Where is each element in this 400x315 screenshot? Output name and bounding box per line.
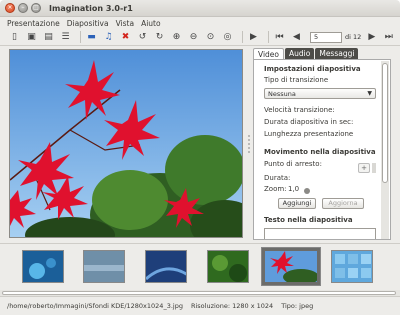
play-icon[interactable]: ▶ — [247, 31, 260, 44]
slide-preview[interactable] — [9, 49, 243, 238]
thumbnail-scrollbar-thumb[interactable] — [2, 291, 396, 295]
add-audio-icon[interactable]: ♫ — [102, 31, 115, 44]
settings-header: Impostazioni diapositiva — [264, 65, 361, 73]
menu-bar: Presentazione Diapositiva Vista Aiuto — [0, 17, 400, 29]
properties-icon[interactable]: ☰ — [59, 31, 72, 44]
first-icon[interactable]: ⏮ — [273, 31, 286, 44]
window-title: Imagination 3.0-r1 — [49, 3, 133, 13]
menu-presentazione[interactable]: Presentazione — [7, 19, 60, 28]
zoom-slider-handle[interactable] — [304, 188, 310, 194]
save-icon[interactable]: ▤ — [42, 31, 55, 44]
thumbnail-image — [265, 251, 319, 285]
zoom-label: Zoom: — [264, 185, 287, 193]
tab-video[interactable]: Video — [253, 48, 285, 59]
slide-thumbnail[interactable] — [22, 250, 64, 283]
panel-scrollbar-thumb[interactable] — [382, 63, 388, 183]
thumbnail-strip — [0, 243, 400, 290]
duration-label: Durata: — [264, 174, 291, 182]
slide-duration-label: Durata diapositiva in sec: — [264, 118, 354, 126]
zoom-out-icon[interactable]: ⊖ — [187, 31, 200, 44]
thumbnail-image — [208, 251, 248, 282]
stop-point-spinner[interactable] — [372, 163, 376, 173]
properties-panel: Video Audio Messaggi Impostazioni diapos… — [253, 48, 391, 240]
delete-icon[interactable]: ✖ — [119, 31, 132, 44]
panel-scrollbar[interactable] — [381, 61, 389, 239]
movement-header: Movimento nella diapositiva — [264, 148, 376, 156]
toolbar-separator — [80, 31, 81, 43]
text-header: Testo nella diapositiva — [264, 216, 353, 224]
transition-speed-label: Velocità transizione: — [264, 106, 335, 114]
pane-splitter[interactable] — [246, 49, 251, 238]
panel-body: Impostazioni diapositiva Tipo di transiz… — [253, 59, 391, 240]
open-icon[interactable]: ▣ — [25, 31, 38, 44]
rotate-left-icon[interactable]: ↺ — [136, 31, 149, 44]
zoom-in-icon[interactable]: ⊕ — [170, 31, 183, 44]
add-stop-point-button[interactable]: + — [358, 163, 370, 173]
menu-diapositiva[interactable]: Diapositiva — [67, 19, 109, 28]
status-type: Tipo: jpeg — [281, 302, 314, 310]
add-button[interactable]: Aggiungi — [278, 198, 316, 209]
last-icon[interactable]: ⏭ — [382, 31, 395, 44]
close-window-icon[interactable]: × — [5, 3, 15, 13]
add-image-icon[interactable]: ▬ — [85, 31, 98, 44]
transition-type-select[interactable]: Nessuna ▼ — [264, 88, 376, 99]
main-area: Video Audio Messaggi Impostazioni diapos… — [0, 46, 400, 243]
menu-vista[interactable]: Vista — [116, 19, 135, 28]
page-total-label: di 12 — [345, 33, 362, 41]
transition-type-value: Nessuna — [268, 90, 296, 98]
tab-messaggi[interactable]: Messaggi — [315, 48, 359, 59]
maximize-window-icon[interactable]: □ — [31, 3, 41, 13]
dropdown-arrow-icon: ▼ — [367, 90, 372, 97]
page-number-input[interactable]: 5 — [310, 31, 342, 43]
window-controls: × – □ — [5, 3, 41, 13]
presentation-length-label: Lunghezza presentazione — [264, 130, 354, 138]
zoom-value: 1,0 — [288, 185, 300, 193]
update-button[interactable]: Aggiorna — [322, 198, 364, 209]
zoom-normal-icon[interactable]: ◎ — [221, 31, 234, 44]
toolbar-separator — [242, 31, 243, 43]
slide-thumbnail-selected[interactable] — [261, 247, 321, 286]
thumbnail-image — [84, 251, 124, 282]
zoom-fit-icon[interactable]: ⊙ — [204, 31, 217, 44]
thumbnail-image — [146, 251, 186, 282]
rotate-right-icon[interactable]: ↻ — [153, 31, 166, 44]
title-bar: × – □ Imagination 3.0-r1 — [0, 0, 400, 17]
prev-icon[interactable]: ◀ — [290, 31, 303, 44]
transition-type-label: Tipo di transizione — [264, 76, 329, 84]
thumbnail-image — [23, 251, 63, 282]
new-slideshow-icon[interactable]: ▯ — [8, 31, 21, 44]
status-resolution: Risoluzione: 1280 x 1024 — [190, 302, 274, 310]
slide-image — [10, 50, 242, 237]
minimize-window-icon[interactable]: – — [18, 3, 28, 13]
slide-thumbnail[interactable] — [83, 250, 125, 283]
slide-thumbnail[interactable] — [207, 250, 249, 283]
panel-tabs: Video Audio Messaggi — [253, 48, 391, 59]
stop-point-label: Punto di arresto: — [264, 160, 322, 168]
thumbnail-image — [332, 251, 372, 282]
slide-thumbnail[interactable] — [331, 250, 373, 283]
next-icon[interactable]: ▶ — [365, 31, 378, 44]
status-bar: /home/roberto/Immagini/Sfondi KDE/1280x1… — [0, 296, 400, 315]
slide-thumbnail[interactable] — [145, 250, 187, 283]
app-window: × – □ Imagination 3.0-r1 Presentazione D… — [0, 0, 400, 315]
menu-aiuto[interactable]: Aiuto — [141, 19, 161, 28]
slide-text-input[interactable] — [264, 228, 376, 239]
tab-audio[interactable]: Audio — [285, 48, 315, 59]
status-file-path: /home/roberto/Immagini/Sfondi KDE/1280x1… — [7, 302, 183, 310]
toolbar-separator — [268, 31, 269, 43]
toolbar: ▯ ▣ ▤ ☰ ▬ ♫ ✖ ↺ ↻ ⊕ ⊖ ⊙ ◎ ▶ ⏮ ◀ 5 di 12 … — [0, 29, 400, 46]
